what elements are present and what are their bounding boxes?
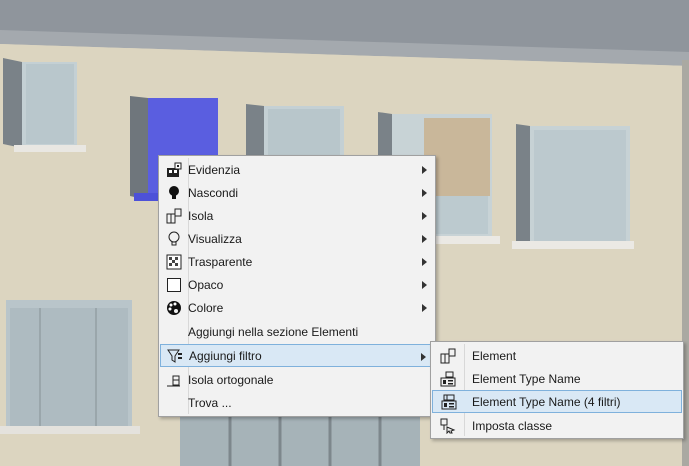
menu-item-label: Isola ortogonale xyxy=(188,372,274,387)
menu-item-label: Aggiungi nella sezione Elementi xyxy=(188,324,359,339)
menu-item-aggiungi-filtro[interactable]: Aggiungi filtro xyxy=(160,344,434,367)
submenu-arrow-icon xyxy=(422,296,427,319)
submenu-arrow-icon xyxy=(422,250,427,273)
isolate-grid-icon xyxy=(160,204,188,227)
submenu-arrow-icon xyxy=(422,204,427,227)
window xyxy=(180,410,420,466)
submenu-item-element[interactable]: Element xyxy=(432,344,682,367)
element-type-filters-icon xyxy=(433,390,465,413)
menu-item-isola[interactable]: Isola xyxy=(160,204,434,227)
window xyxy=(0,300,140,434)
menu-item-label: Visualizza xyxy=(188,231,242,246)
menu-item-label: Isola xyxy=(188,208,214,223)
filter-submenu: Element Element Type Name Element Type N… xyxy=(430,341,684,439)
lightbulb-dark-icon xyxy=(160,181,188,204)
menu-item-trova[interactable]: Trova ... xyxy=(160,391,434,414)
submenu-item-imposta-classe[interactable]: Imposta classe xyxy=(432,414,682,437)
submenu-item-element-type-name-4-filtri[interactable]: Element Type Name (4 filtri) xyxy=(432,390,682,413)
element-type-icon xyxy=(432,367,464,390)
transparent-pattern-icon xyxy=(160,250,188,273)
submenu-item-label: Element xyxy=(472,348,517,363)
menu-item-label: Evidenzia xyxy=(188,162,241,177)
menu-item-label: Trova ... xyxy=(188,395,232,410)
submenu-arrow-icon xyxy=(422,227,427,250)
submenu-arrow-icon xyxy=(421,345,426,368)
menu-item-visualizza[interactable]: Visualizza xyxy=(160,227,434,250)
lightbulb-outline-icon xyxy=(160,227,188,250)
submenu-item-element-type-name[interactable]: Element Type Name xyxy=(432,367,682,390)
menu-item-nascondi[interactable]: Nascondi xyxy=(160,181,434,204)
context-menu: Evidenzia Nascondi Isola Visualizza Tras… xyxy=(158,155,436,417)
menu-item-opaco[interactable]: Opaco xyxy=(160,273,434,296)
opaque-square-icon xyxy=(160,273,188,296)
menu-item-evidenzia[interactable]: Evidenzia xyxy=(160,158,434,181)
menu-item-label: Opaco xyxy=(188,277,224,292)
menu-item-trasparente[interactable]: Trasparente xyxy=(160,250,434,273)
submenu-arrow-icon xyxy=(422,181,427,204)
window xyxy=(3,58,86,152)
submenu-item-label: Element Type Name xyxy=(472,371,581,386)
set-class-icon xyxy=(432,414,464,437)
menu-item-label: Aggiungi filtro xyxy=(189,348,262,363)
palette-icon xyxy=(160,296,188,319)
menu-item-label: Colore xyxy=(188,300,224,315)
submenu-arrow-icon xyxy=(422,158,427,181)
menu-item-label: Nascondi xyxy=(188,185,239,200)
highlight-icon xyxy=(160,158,188,181)
menu-item-label: Trasparente xyxy=(188,254,253,269)
window xyxy=(512,124,634,249)
filter-icon xyxy=(161,344,189,367)
submenu-arrow-icon xyxy=(422,273,427,296)
menu-item-isola-ortogonale[interactable]: Isola ortogonale xyxy=(160,368,434,391)
element-grid-icon xyxy=(432,344,464,367)
menu-item-aggiungi-sezione-elementi[interactable]: Aggiungi nella sezione Elementi xyxy=(160,320,434,343)
orthogonal-isolate-icon xyxy=(160,368,188,391)
submenu-item-label: Imposta classe xyxy=(472,418,553,433)
submenu-item-label: Element Type Name (4 filtri) xyxy=(472,394,621,409)
menu-item-colore[interactable]: Colore xyxy=(160,296,434,319)
